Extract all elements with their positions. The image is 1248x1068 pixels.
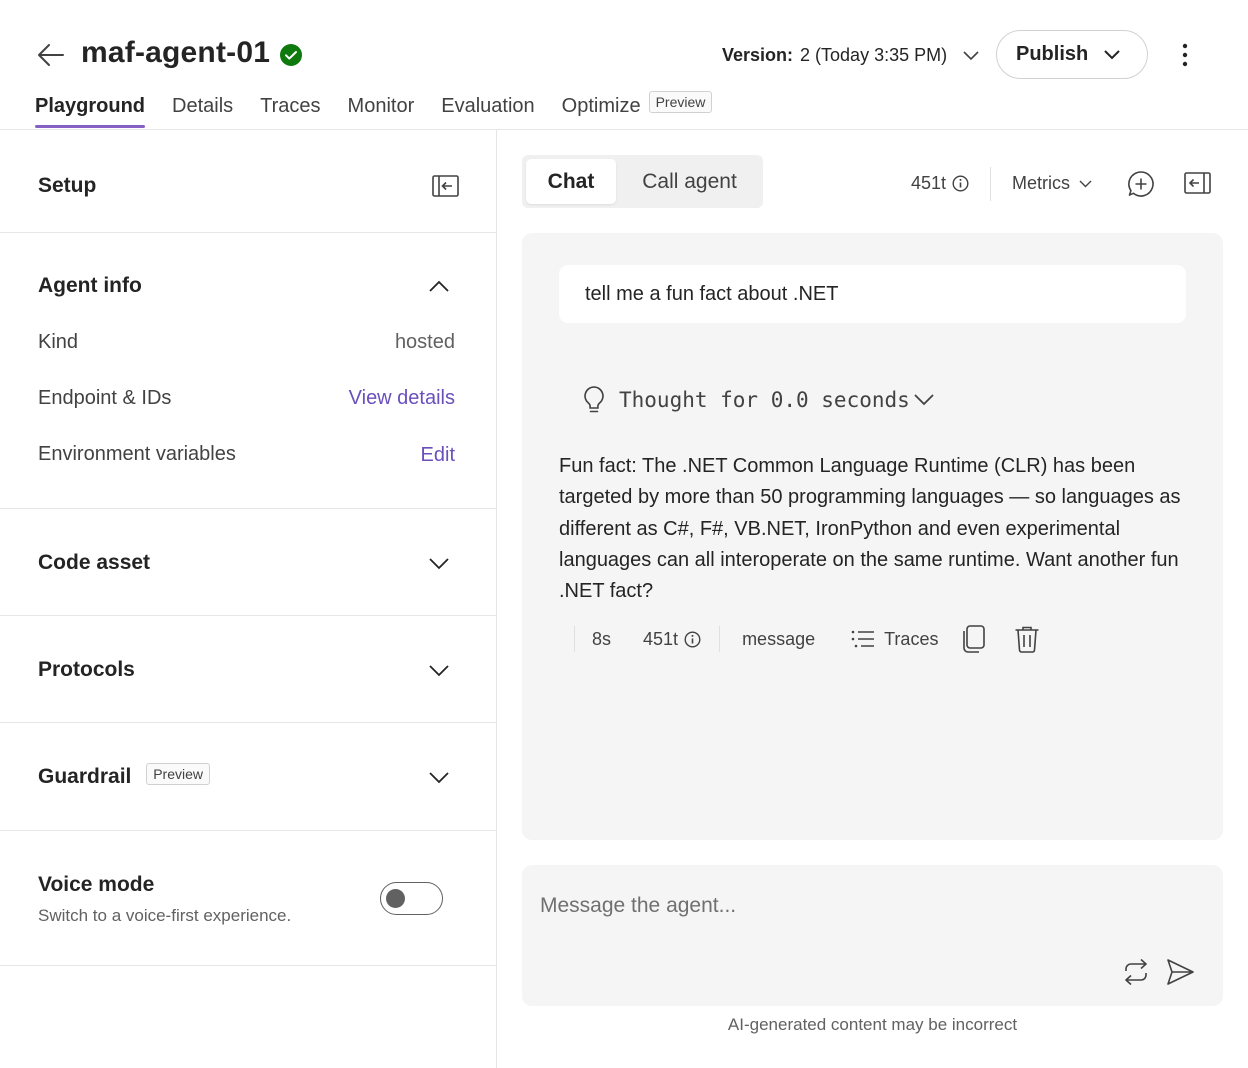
endpoint-ids-label: Endpoint & IDs — [38, 387, 172, 409]
voice-mode-subtitle: Switch to a voice-first experience. — [38, 906, 292, 925]
tab-monitor[interactable]: Monitor — [348, 95, 415, 118]
guardrail-section[interactable]: Guardrail Preview — [0, 723, 497, 831]
thought-label: Thought for 0.0 seconds — [619, 388, 910, 412]
agent-info-title: Agent info — [38, 274, 142, 297]
message-input[interactable] — [540, 891, 1180, 921]
tab-evaluation[interactable]: Evaluation — [441, 95, 534, 118]
agent-title: maf-agent-01 — [81, 36, 271, 69]
new-chat-icon[interactable] — [1127, 170, 1155, 198]
duration: 8s — [592, 628, 612, 649]
token-count: 451t — [911, 173, 969, 194]
divider — [719, 626, 721, 652]
delete-icon[interactable] — [1014, 625, 1040, 653]
chevron-down-icon[interactable] — [428, 552, 450, 574]
traces-button[interactable]: Traces — [851, 629, 938, 650]
info-icon[interactable] — [684, 630, 701, 648]
toggle-knob — [386, 889, 405, 908]
token-count-value: 451t — [911, 173, 947, 193]
publish-button[interactable]: Publish — [996, 30, 1148, 79]
success-check-icon — [279, 43, 303, 67]
message-composer — [522, 865, 1223, 1006]
agent-info-section: Agent info Kind hosted Endpoint & IDs Vi… — [0, 233, 497, 509]
chevron-down-icon — [1070, 180, 1092, 188]
collapse-panel-icon[interactable] — [432, 175, 459, 197]
info-icon[interactable] — [946, 175, 969, 192]
page-header: maf-agent-01 Version: 2 (Today 3:35 PM) … — [0, 0, 1248, 130]
preview-badge: Preview — [648, 91, 713, 114]
tab-chat[interactable]: Chat — [526, 159, 616, 204]
message-token-count: 451t — [643, 629, 701, 650]
env-vars-label: Environment variables — [38, 443, 236, 465]
code-asset-section[interactable]: Code asset — [0, 509, 497, 616]
user-message: tell me a fun fact about .NET — [559, 265, 1186, 323]
version-value: 2 (Today 3:35 PM) — [800, 45, 948, 65]
divider — [574, 626, 575, 652]
edit-env-vars-link[interactable]: Edit — [421, 444, 455, 467]
setup-title: Setup — [38, 174, 97, 197]
lightbulb-icon — [582, 385, 606, 415]
divider — [990, 167, 991, 201]
copy-icon[interactable] — [962, 625, 986, 653]
code-asset-title: Code asset — [38, 551, 151, 574]
kind-label: Kind — [38, 331, 79, 353]
chevron-down-icon — [963, 50, 979, 61]
guardrail-title: Guardrail — [38, 765, 132, 788]
thought-toggle[interactable]: Thought for 0.0 seconds — [582, 385, 934, 415]
assistant-message: Fun fact: The .NET Common Language Runti… — [559, 455, 1181, 603]
chevron-down-icon — [1104, 49, 1120, 60]
tab-optimize[interactable]: Optimize Preview — [561, 91, 713, 118]
tab-traces[interactable]: Traces — [260, 95, 320, 118]
chevron-down-icon[interactable] — [428, 659, 450, 681]
voice-mode-title: Voice mode — [38, 873, 155, 896]
message-actions: 8s 451t message Traces — [574, 624, 1040, 654]
chat-transcript: tell me a fun fact about .NET Thought fo… — [522, 233, 1223, 840]
guardrail-title-wrap: Guardrail Preview — [38, 763, 211, 789]
metrics-dropdown[interactable]: Metrics — [1012, 173, 1092, 194]
top-tabs: Playground Details Traces Monitor Evalua… — [35, 91, 739, 128]
setup-header: Setup — [0, 130, 497, 233]
preview-badge: Preview — [146, 763, 211, 786]
list-icon — [851, 629, 875, 649]
chevron-down-icon[interactable] — [428, 766, 450, 788]
more-vertical-icon[interactable] — [1173, 40, 1197, 70]
ai-disclaimer: AI-generated content may be incorrect — [727, 1015, 1018, 1034]
chevron-up-icon[interactable] — [428, 276, 450, 298]
message-type: message — [742, 628, 816, 649]
tab-optimize-label: Optimize — [561, 94, 641, 117]
protocols-title: Protocols — [38, 658, 135, 681]
panel-icon[interactable] — [1184, 172, 1211, 194]
version-selector[interactable]: Version: 2 (Today 3:35 PM) — [722, 45, 979, 66]
tab-playground[interactable]: Playground — [35, 95, 146, 128]
traces-label: Traces — [884, 628, 939, 649]
protocols-section[interactable]: Protocols — [0, 616, 497, 723]
back-arrow-icon[interactable] — [36, 40, 66, 70]
view-details-link[interactable]: View details — [349, 387, 455, 410]
voice-mode-toggle[interactable] — [380, 882, 443, 915]
chat-mode-switch: Chat Call agent — [522, 155, 763, 208]
send-icon[interactable] — [1165, 957, 1195, 987]
setup-panel: Setup Agent info Kind hosted Endpoint & … — [0, 130, 497, 1068]
tab-call-agent[interactable]: Call agent — [622, 159, 757, 204]
version-label: Version: — [722, 45, 794, 65]
metrics-label: Metrics — [1012, 173, 1070, 193]
chevron-down-icon — [914, 394, 934, 406]
tab-details[interactable]: Details — [172, 95, 233, 118]
publish-label: Publish — [1016, 43, 1089, 65]
kind-value: hosted — [394, 331, 455, 353]
refresh-icon[interactable] — [1122, 958, 1150, 986]
message-token-value: 451t — [643, 628, 679, 649]
